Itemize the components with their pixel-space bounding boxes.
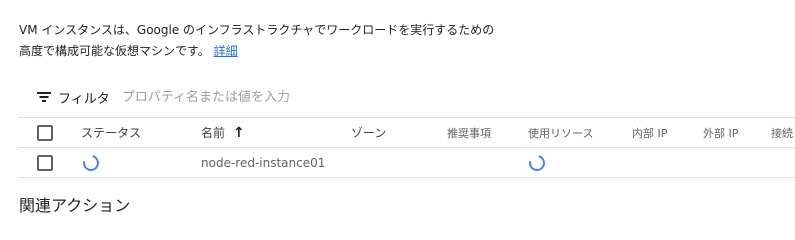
column-header-connect[interactable]: 接続 (771, 118, 793, 147)
select-all-cell (37, 118, 53, 147)
column-header-status[interactable]: ステータス (81, 118, 141, 147)
loading-spinner-icon (80, 151, 102, 174)
column-header-zone[interactable]: ゾーン (351, 118, 386, 147)
filter-list-icon (37, 92, 51, 102)
vm-instances-table: ステータス 名前 ↑ ゾーン 推奨事項 使用リソース 内部 IP 外部 IP 接… (18, 117, 795, 178)
intro-line-1: VM インスタンスは、Google のインフラストラクチャでワークロードを実行す… (19, 23, 495, 37)
intro-text: VM インスタンスは、Google のインフラストラクチャでワークロードを実行す… (19, 20, 579, 62)
filter-bar[interactable]: フィルタ (36, 86, 352, 108)
related-actions-title: 関連アクション (19, 196, 131, 215)
status-cell (80, 148, 102, 177)
filter-label[interactable]: フィルタ (58, 88, 110, 107)
table-row[interactable]: node-red-instance01 (18, 147, 795, 178)
column-header-name-label: 名前 (201, 126, 226, 140)
column-header-internal-ip[interactable]: 内部 IP (632, 118, 667, 147)
column-header-in-use-by[interactable]: 使用リソース (528, 118, 593, 147)
intro-line-2: 高度で構成可能な仮想マシンです。 詳細 (19, 41, 579, 62)
row-checkbox[interactable] (37, 154, 53, 171)
filter-input[interactable] (121, 89, 352, 105)
loading-spinner-icon (526, 151, 548, 174)
in-use-by-cell (526, 148, 548, 177)
select-all-checkbox[interactable] (37, 124, 53, 141)
column-header-name[interactable]: 名前 ↑ (201, 118, 245, 147)
intro-line-2-text: 高度で構成可能な仮想マシンです。 (19, 44, 210, 58)
sort-ascending-icon: ↑ (233, 124, 245, 141)
instance-name[interactable]: node-red-instance01 (201, 148, 325, 177)
table-header-row: ステータス 名前 ↑ ゾーン 推奨事項 使用リソース 内部 IP 外部 IP 接… (18, 117, 795, 147)
row-select-cell (37, 148, 53, 177)
column-header-recommendation[interactable]: 推奨事項 (447, 118, 491, 147)
column-header-external-ip[interactable]: 外部 IP (703, 118, 738, 147)
details-link[interactable]: 詳細 (214, 44, 238, 58)
